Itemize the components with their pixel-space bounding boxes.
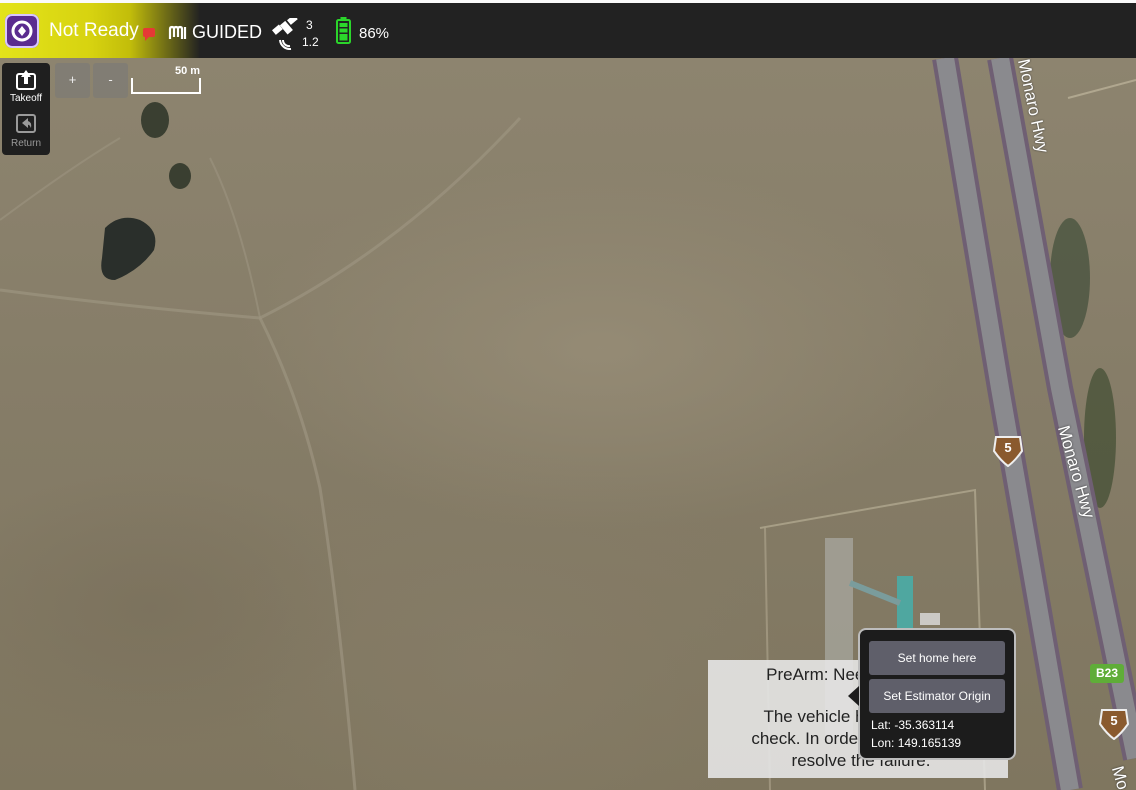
flight-mode[interactable]: GUIDED (192, 22, 262, 43)
gps-hdop: 1.2 (302, 35, 319, 49)
message-indicator-icon[interactable] (143, 28, 155, 41)
longitude-readout: Lon: 149.165139 (871, 736, 962, 750)
route-shield-5-lower: 5 (1097, 706, 1131, 741)
zoom-out-button[interactable]: - (93, 63, 128, 98)
qgc-logo-icon[interactable] (5, 14, 39, 48)
flight-mode-icon[interactable] (168, 25, 188, 41)
takeoff-button[interactable]: Takeoff (2, 68, 50, 104)
route-b23-badge: B23 (1090, 664, 1124, 683)
route-shield-5-label: 5 (1004, 440, 1012, 455)
route-shield-5-lower-label: 5 (1110, 713, 1118, 728)
satellite-icon[interactable] (270, 18, 302, 50)
gps-satellite-count: 3 (306, 18, 313, 32)
takeoff-icon (16, 70, 36, 90)
battery-percent: 86% (359, 25, 390, 42)
battery-icon[interactable] (336, 17, 351, 44)
set-home-button[interactable]: Set home here (869, 641, 1005, 675)
tool-strip: Takeoff Return (2, 63, 50, 155)
return-label: Return (10, 138, 41, 149)
toolbar: Not Ready GUIDED 3 1.2 86% (0, 0, 1136, 58)
vehicle-status[interactable]: Not Ready (49, 20, 139, 42)
return-button[interactable]: Return (2, 113, 50, 149)
map-scale-bar (131, 78, 201, 94)
return-icon (16, 114, 36, 133)
takeoff-label: Takeoff (9, 93, 43, 104)
route-shield-5: 5 (991, 433, 1025, 468)
latitude-readout: Lat: -35.363114 (871, 718, 955, 732)
set-estimator-origin-button[interactable]: Set Estimator Origin (869, 679, 1005, 713)
map-scale-label: 50 m (175, 65, 201, 77)
map-click-popup: Set home here Set Estimator Origin Lat: … (848, 628, 1016, 760)
zoom-in-button[interactable]: + (55, 63, 90, 98)
